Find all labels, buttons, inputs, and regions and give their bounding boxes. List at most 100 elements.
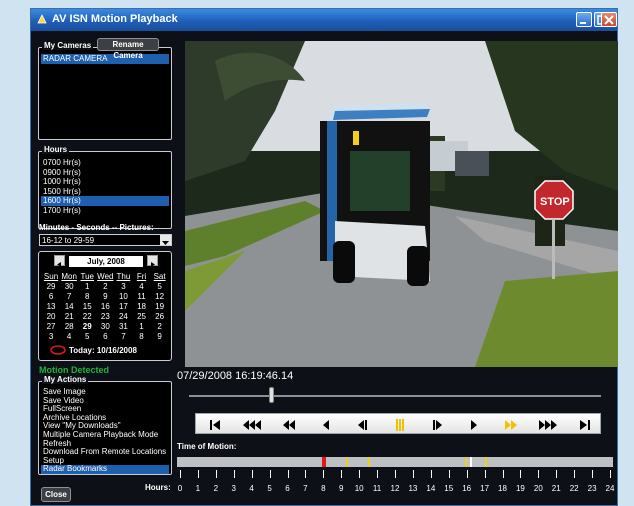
chevron-down-icon[interactable] bbox=[160, 235, 171, 245]
day-cell[interactable]: 21 bbox=[60, 312, 78, 322]
day-cell[interactable]: 5 bbox=[78, 332, 96, 342]
day-cell[interactable]: 10 bbox=[114, 292, 132, 302]
day-cell[interactable]: 1 bbox=[132, 322, 150, 332]
today-label[interactable]: Today: 10/16/2008 bbox=[69, 346, 137, 355]
playback-slider-thumb[interactable] bbox=[269, 387, 275, 403]
day-cell[interactable]: 16 bbox=[96, 302, 114, 312]
hour-tick bbox=[377, 470, 379, 478]
minutes-value: 16-12 to 29-59 bbox=[42, 236, 95, 245]
day-cell-selected[interactable]: 29 bbox=[78, 322, 96, 332]
svg-text:STOP: STOP bbox=[540, 196, 570, 208]
day-cell[interactable]: 22 bbox=[78, 312, 96, 322]
day-cell[interactable]: 28 bbox=[60, 322, 78, 332]
hour-label: 21 bbox=[551, 484, 561, 493]
day-cell[interactable]: 29 bbox=[42, 282, 60, 292]
title-bar[interactable]: AV ISN Motion Playback bbox=[31, 9, 617, 31]
rewind-button[interactable] bbox=[270, 414, 307, 435]
day-cell[interactable]: 31 bbox=[114, 322, 132, 332]
day-cell[interactable]: 14 bbox=[60, 302, 78, 312]
action-radar-bookmarks[interactable]: Radar Bookmarks bbox=[41, 465, 169, 474]
camera-item[interactable]: RADAR CAMERA bbox=[41, 54, 169, 64]
hours-item[interactable]: 1700 Hr(s) bbox=[41, 206, 169, 216]
day-cell[interactable]: 12 bbox=[151, 292, 169, 302]
hours-item[interactable]: 0900 Hr(s) bbox=[41, 168, 169, 178]
motion-event-mark[interactable] bbox=[322, 457, 327, 467]
day-cell[interactable]: 6 bbox=[96, 332, 114, 342]
day-cell[interactable]: 2 bbox=[96, 282, 114, 292]
close-window-button[interactable] bbox=[601, 12, 617, 27]
motion-event-mark[interactable] bbox=[345, 457, 348, 467]
motion-event-mark[interactable] bbox=[485, 457, 488, 467]
next-month-button[interactable] bbox=[147, 255, 158, 267]
hour-label: 1 bbox=[195, 484, 201, 493]
day-cell[interactable]: 5 bbox=[151, 282, 169, 292]
rewind-icon bbox=[282, 419, 295, 430]
day-cell[interactable]: 2 bbox=[151, 322, 169, 332]
day-cell[interactable]: 8 bbox=[132, 332, 150, 342]
day-cell[interactable]: 30 bbox=[96, 322, 114, 332]
day-cell[interactable]: 3 bbox=[42, 332, 60, 342]
hours-item[interactable]: 1000 Hr(s) bbox=[41, 177, 169, 187]
motion-event-mark[interactable] bbox=[470, 457, 473, 467]
weekday: Sat bbox=[153, 272, 166, 281]
video-frame[interactable]: STOP bbox=[185, 41, 618, 367]
day-cell[interactable]: 27 bbox=[42, 322, 60, 332]
hour-label: 0 bbox=[177, 484, 183, 493]
hours-item[interactable]: 1500 Hr(s) bbox=[41, 187, 169, 197]
hour-label: 3 bbox=[231, 484, 236, 493]
play-button[interactable] bbox=[455, 414, 492, 435]
day-cell[interactable]: 20 bbox=[42, 312, 60, 322]
hour-label: 24 bbox=[605, 484, 615, 493]
day-cell[interactable]: 18 bbox=[132, 302, 150, 312]
step-back-button[interactable] bbox=[307, 414, 344, 435]
hours-item[interactable]: 0700 Hr(s) bbox=[41, 158, 169, 168]
day-cell[interactable]: 4 bbox=[132, 282, 150, 292]
frame-forward-button[interactable] bbox=[418, 414, 455, 435]
first-button[interactable] bbox=[196, 414, 233, 435]
hour-tick bbox=[180, 470, 181, 478]
day-cell[interactable]: 17 bbox=[114, 302, 132, 312]
day-cell[interactable]: 11 bbox=[132, 292, 150, 302]
hour-label: 15 bbox=[444, 484, 454, 493]
rename-camera-button[interactable]: Rename Camera bbox=[97, 38, 159, 60]
hour-label: 5 bbox=[267, 484, 272, 493]
motion-event-mark[interactable] bbox=[464, 457, 467, 467]
prev-month-button[interactable] bbox=[54, 255, 65, 267]
hour-tick bbox=[251, 470, 253, 478]
hours-item-selected[interactable]: 1600 Hr(s) bbox=[41, 196, 169, 206]
day-cell[interactable]: 6 bbox=[42, 292, 60, 302]
day-cell[interactable]: 13 bbox=[42, 302, 60, 312]
day-cell[interactable]: 26 bbox=[151, 312, 169, 322]
day-cell[interactable]: 23 bbox=[96, 312, 114, 322]
day-cell[interactable]: 30 bbox=[60, 282, 78, 292]
pause-button[interactable] bbox=[381, 414, 418, 435]
faster-forward-button[interactable] bbox=[529, 414, 566, 435]
fast-rewind-button[interactable] bbox=[233, 414, 270, 435]
frame-back-button[interactable] bbox=[344, 414, 381, 435]
motion-playback-window: AV ISN Motion Playback My Cameras RADAR … bbox=[30, 8, 618, 506]
last-button[interactable] bbox=[566, 414, 603, 435]
day-cell[interactable]: 7 bbox=[114, 332, 132, 342]
day-cell[interactable]: 7 bbox=[60, 292, 78, 302]
day-cell[interactable]: 3 bbox=[114, 282, 132, 292]
playback-slider-track[interactable] bbox=[189, 395, 601, 397]
hour-tick bbox=[430, 470, 432, 478]
day-cell[interactable]: 9 bbox=[96, 292, 114, 302]
faster-forward-icon bbox=[538, 419, 557, 430]
play-icon bbox=[470, 419, 477, 430]
motion-timeline[interactable] bbox=[177, 457, 613, 467]
close-button[interactable]: Close bbox=[41, 487, 71, 502]
day-cell[interactable]: 1 bbox=[78, 282, 96, 292]
minimize-button[interactable] bbox=[576, 12, 592, 27]
day-cell[interactable]: 25 bbox=[132, 312, 150, 322]
day-cell[interactable]: 8 bbox=[78, 292, 96, 302]
day-cell[interactable]: 9 bbox=[151, 332, 169, 342]
day-cell[interactable]: 19 bbox=[151, 302, 169, 312]
minutes-dropdown[interactable]: 16-12 to 29-59 bbox=[39, 234, 172, 246]
fast-forward-button[interactable] bbox=[492, 414, 529, 435]
day-cell[interactable]: 15 bbox=[78, 302, 96, 312]
motion-event-mark[interactable] bbox=[368, 457, 371, 467]
day-cell[interactable]: 4 bbox=[60, 332, 78, 342]
day-cell[interactable]: 24 bbox=[114, 312, 132, 322]
hour-tick bbox=[592, 470, 594, 478]
